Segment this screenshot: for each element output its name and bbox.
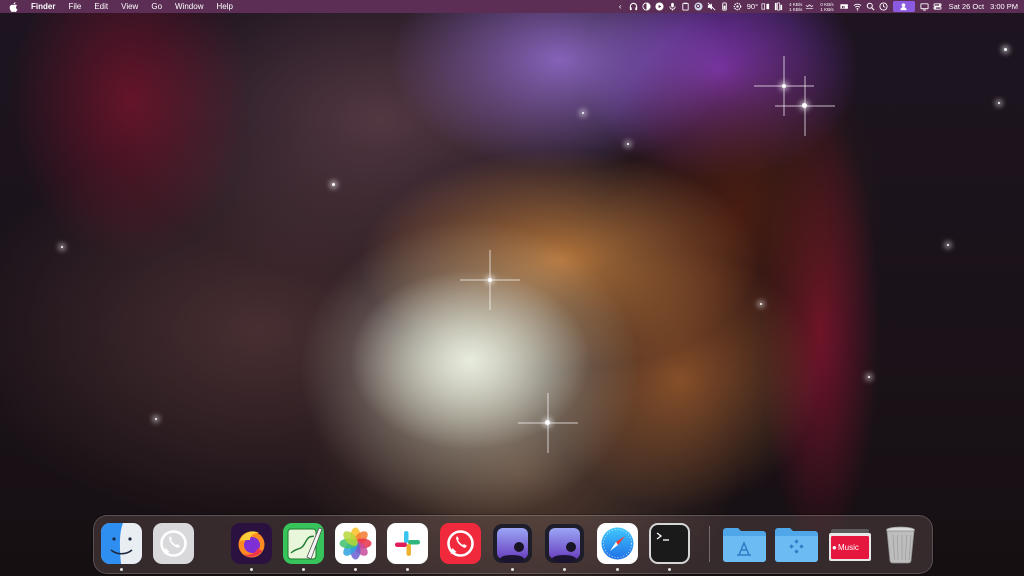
dock-trash[interactable] (880, 523, 921, 564)
star (947, 244, 949, 246)
settings-gear-icon[interactable] (732, 1, 743, 12)
arrow-left-icon[interactable]: ‹ (615, 1, 626, 12)
star (545, 420, 550, 425)
star (61, 246, 63, 248)
dock-whatsapp[interactable] (440, 523, 481, 564)
mute-icon[interactable] (706, 1, 717, 12)
apple-music-logo-icon: ● (832, 543, 837, 552)
menu-edit[interactable]: Edit (94, 0, 108, 13)
star (627, 143, 629, 145)
menu-window[interactable]: Window (175, 0, 203, 13)
running-indicator (616, 568, 619, 571)
downloads-folder-icon (775, 528, 818, 562)
menu-help[interactable]: Help (216, 0, 232, 13)
safari-icon (597, 523, 638, 564)
music-label: Music (838, 543, 859, 552)
clipboard-icon[interactable] (680, 1, 691, 12)
play-icon[interactable] (654, 1, 665, 12)
user-switch-icon[interactable] (892, 1, 915, 12)
control-center-icon[interactable] (932, 1, 943, 12)
star (155, 418, 157, 420)
star (802, 103, 807, 108)
battery-small-icon[interactable] (719, 1, 730, 12)
star (782, 84, 786, 88)
memory-icon[interactable] (760, 1, 771, 12)
photos-icon (335, 523, 376, 564)
star (488, 278, 492, 282)
search-circle-icon[interactable] (693, 1, 704, 12)
temperature-readout[interactable]: 90° (747, 0, 758, 13)
battery-box-icon[interactable]: ▮▮ (839, 1, 850, 12)
menu-app-finder[interactable]: Finder (31, 0, 55, 13)
applications-folder-icon (723, 528, 766, 562)
cpu-bars-icon[interactable] (773, 1, 784, 12)
wifi-icon[interactable] (852, 1, 863, 12)
dock-separator (709, 526, 710, 562)
menu-bar-left: Finder File Edit View Go Window Help (0, 0, 246, 13)
network-activity-icon[interactable] (804, 1, 815, 12)
dock-music-stack[interactable]: Music ● (828, 523, 871, 564)
dock-safari[interactable] (597, 523, 638, 564)
running-indicator (120, 568, 123, 571)
dock-pen-map-app[interactable] (283, 523, 324, 564)
menu-view[interactable]: View (121, 0, 138, 13)
menu-go[interactable]: Go (151, 0, 162, 13)
dock-finder[interactable] (101, 523, 142, 564)
firefox-icon (231, 523, 272, 564)
dock-terminal[interactable] (649, 523, 690, 564)
dock-downloads-folder[interactable] (774, 523, 818, 564)
headphones-icon[interactable] (628, 1, 639, 12)
preview-icon (493, 524, 532, 563)
slack-icon (387, 523, 428, 564)
menu-bar: Finder File Edit View Go Window Help ‹ 9… (0, 0, 1024, 13)
spotlight-search-icon[interactable] (865, 1, 876, 12)
running-indicator (302, 568, 305, 571)
whatsapp-gray-icon (153, 523, 194, 564)
star (582, 112, 584, 114)
dock-whatsapp-gray[interactable] (153, 523, 194, 564)
time-machine-icon[interactable] (878, 1, 889, 12)
dock: Music ● (93, 515, 933, 574)
time-readout[interactable]: 3:00 PM (990, 0, 1018, 13)
running-indicator (668, 568, 671, 571)
dock-firefox[interactable] (231, 523, 272, 564)
network-speed-2[interactable]: 0 KB/s 1 KB/s (820, 2, 833, 12)
running-indicator (354, 568, 357, 571)
running-indicator (511, 568, 514, 571)
running-indicator (563, 568, 566, 571)
trash-icon (886, 526, 915, 564)
menu-file[interactable]: File (68, 0, 81, 13)
star (868, 376, 870, 378)
contrast-icon[interactable] (641, 1, 652, 12)
star (332, 183, 335, 186)
desktop-wallpaper (0, 0, 1024, 576)
pen-map-icon (283, 523, 324, 564)
star (760, 303, 762, 305)
dock-preview-2[interactable] (544, 523, 585, 564)
star (998, 102, 1000, 104)
running-indicator (250, 568, 253, 571)
svg-text:▮▮: ▮▮ (841, 5, 845, 9)
network-speed-1[interactable]: 4 KB/s 1 KB/s (789, 2, 802, 12)
display-icon[interactable] (919, 1, 930, 12)
terminal-icon (649, 523, 690, 564)
dock-preview-1[interactable] (492, 523, 533, 564)
status-menus: ‹ 90° 4 KB/s 1 KB/s 0 KB/s 1 KB/s ▮▮ Sat… (613, 0, 1024, 13)
apple-logo-icon[interactable] (9, 1, 18, 12)
running-indicator (406, 568, 409, 571)
mic-icon[interactable] (667, 1, 678, 12)
dock-photos[interactable] (335, 523, 376, 564)
net-down-value: 1 KB/s (789, 6, 803, 12)
whatsapp-icon (440, 523, 481, 564)
net2-down-value: 1 KB/s (820, 6, 834, 12)
finder-icon (101, 523, 142, 564)
date-readout[interactable]: Sat 26 Oct (949, 0, 984, 13)
dock-slack[interactable] (387, 523, 428, 564)
star (1004, 48, 1007, 51)
dock-applications-folder[interactable] (722, 523, 766, 564)
preview-icon (545, 524, 584, 563)
